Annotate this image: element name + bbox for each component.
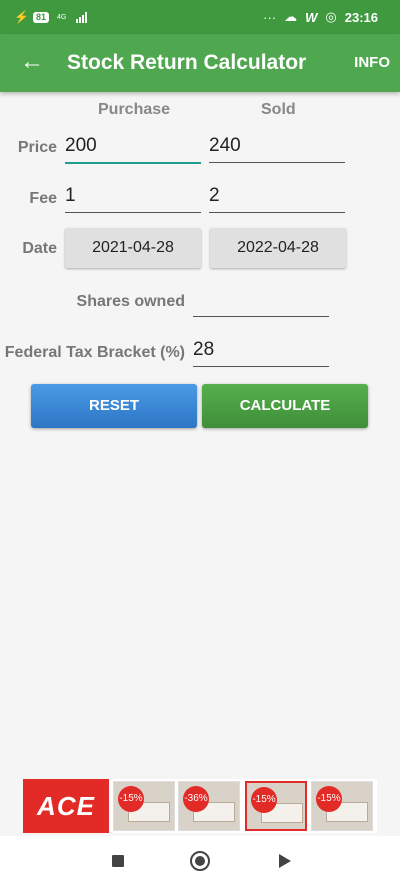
fee-label: Fee [29,190,57,207]
circle-icon[interactable] [190,851,210,871]
arrow-left-icon[interactable]: ← [20,48,44,76]
status-bar: ⚡ 81 4G ··· ☁ W ◎ 23:16 [0,0,400,34]
purchase-column-header: Purchase [98,101,171,118]
ad-product-3[interactable]: -15% [245,781,307,831]
tax-bracket-label: Federal Tax Bracket (%) [4,344,185,361]
square-icon[interactable] [112,855,124,867]
sold-date-button[interactable]: 2022-04-28 [210,228,346,268]
battery-indicator: 81 [32,11,49,23]
purchase-fee-input[interactable]: 1 [65,182,201,213]
page-title: Stock Return Calculator [67,51,307,74]
calculate-button[interactable]: CALCULATE [202,384,368,428]
sold-column-header: Sold [261,101,296,118]
discount-badge: -15% [316,786,342,812]
clock: 23:16 [344,9,378,25]
reset-button[interactable]: RESET [31,384,197,428]
charging-icon: ⚡ [14,10,29,24]
sold-price-input[interactable]: 240 [209,132,345,163]
w-app-icon: W [305,9,318,25]
app-bar: ← Stock Return Calculator INFO [0,34,400,92]
tax-bracket-input[interactable]: 28 [193,336,329,367]
ad-banner[interactable]: ACE -15% -36% -15% -15% [23,779,377,833]
price-label: Price [17,139,57,156]
signal-icon [76,11,88,23]
info-button[interactable]: INFO [354,54,390,71]
ad-product-4[interactable]: -15% [311,781,373,831]
cloud-icon: ☁ [284,9,298,24]
whatsapp-icon: ◎ [325,9,337,24]
ad-product-1[interactable]: -15% [113,781,175,831]
ace-logo[interactable]: ACE [23,779,109,833]
shares-owned-input[interactable] [193,286,329,317]
ad-product-2[interactable]: -36% [178,781,240,831]
system-navigation-bar [0,836,400,888]
purchase-price-input[interactable]: 200 [65,132,201,164]
shares-owned-label: Shares owned [76,293,185,310]
sold-fee-input[interactable]: 2 [209,182,345,213]
discount-badge: -15% [251,787,277,813]
purchase-date-button[interactable]: 2021-04-28 [65,228,201,268]
more-notifications: ··· [263,9,277,25]
triangle-icon[interactable] [279,854,291,868]
date-label: Date [22,240,57,257]
discount-badge: -15% [118,786,144,812]
discount-badge: -36% [183,786,209,812]
network-type: 4G [56,13,67,21]
